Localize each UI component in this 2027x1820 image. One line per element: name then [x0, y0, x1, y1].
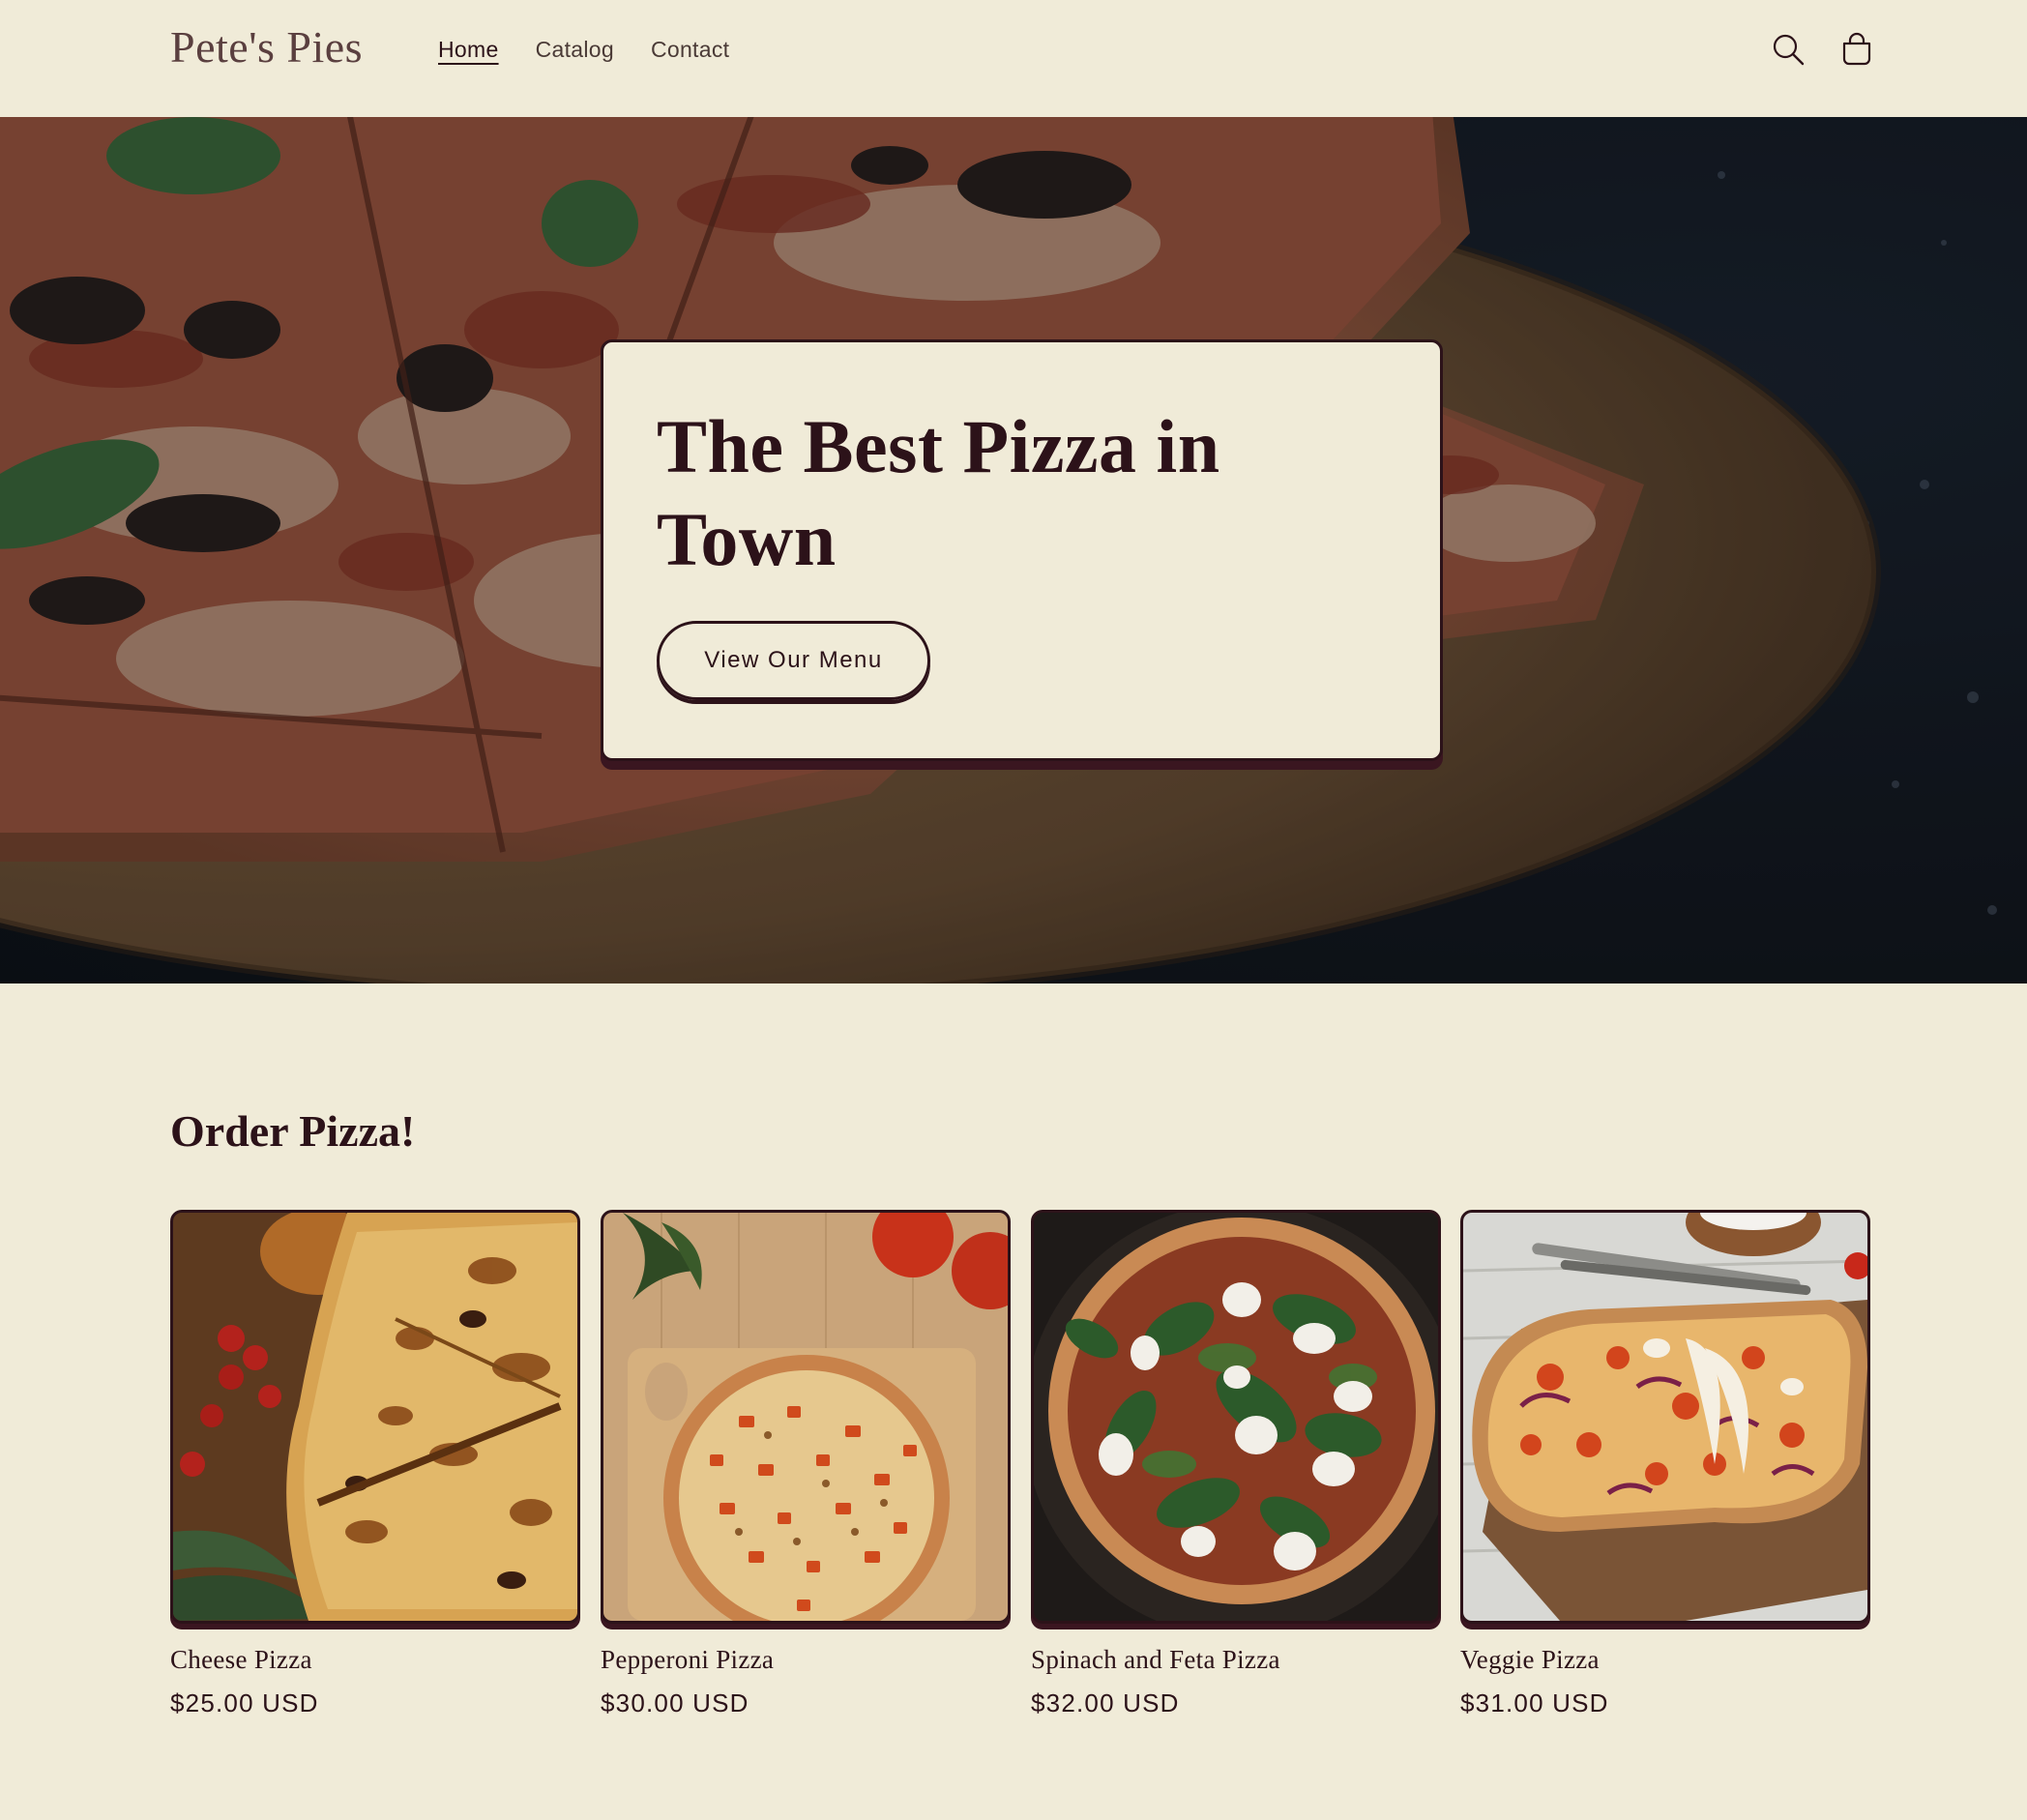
product-name[interactable]: Spinach and Feta Pizza	[1031, 1645, 1441, 1675]
product-name[interactable]: Cheese Pizza	[170, 1645, 580, 1675]
site-header: Pete's Pies Home Catalog Contact	[0, 0, 2027, 117]
product-price: $31.00 USD	[1460, 1688, 1609, 1717]
product-image-spinach-feta-pizza[interactable]	[1031, 1210, 1441, 1624]
hero-card: The Best Pizza in Town View Our Menu	[601, 339, 1443, 761]
product-image-cheese-pizza[interactable]	[170, 1210, 580, 1624]
product-card[interactable]: Veggie Pizza $31.00 USD	[1460, 1210, 1870, 1718]
main-nav: Home Catalog Contact	[438, 37, 729, 63]
nav-home[interactable]: Home	[438, 37, 499, 63]
product-image-pepperoni-pizza[interactable]	[601, 1210, 1011, 1624]
cart-icon[interactable]	[1836, 29, 1877, 70]
product-card[interactable]: Cheese Pizza $25.00 USD	[170, 1210, 580, 1718]
product-name[interactable]: Pepperoni Pizza	[601, 1645, 1011, 1675]
search-icon[interactable]	[1768, 29, 1808, 70]
site-logo[interactable]: Pete's Pies	[170, 21, 363, 73]
nav-contact[interactable]: Contact	[651, 37, 729, 63]
section-title: Order Pizza!	[170, 1106, 416, 1156]
product-card[interactable]: Spinach and Feta Pizza $32.00 USD	[1031, 1210, 1441, 1718]
product-price: $32.00 USD	[1031, 1688, 1180, 1717]
product-name[interactable]: Veggie Pizza	[1460, 1645, 1870, 1675]
product-image-veggie-pizza[interactable]	[1460, 1210, 1870, 1624]
hero-title: The Best Pizza in Town	[657, 404, 1220, 581]
product-card[interactable]: Pepperoni Pizza $30.00 USD	[601, 1210, 1011, 1718]
product-price: $30.00 USD	[601, 1688, 749, 1717]
nav-catalog[interactable]: Catalog	[536, 37, 614, 63]
product-price: $25.00 USD	[170, 1688, 319, 1717]
hero-banner: The Best Pizza in Town View Our Menu	[0, 117, 2027, 983]
view-menu-button[interactable]: View Our Menu	[657, 621, 930, 700]
